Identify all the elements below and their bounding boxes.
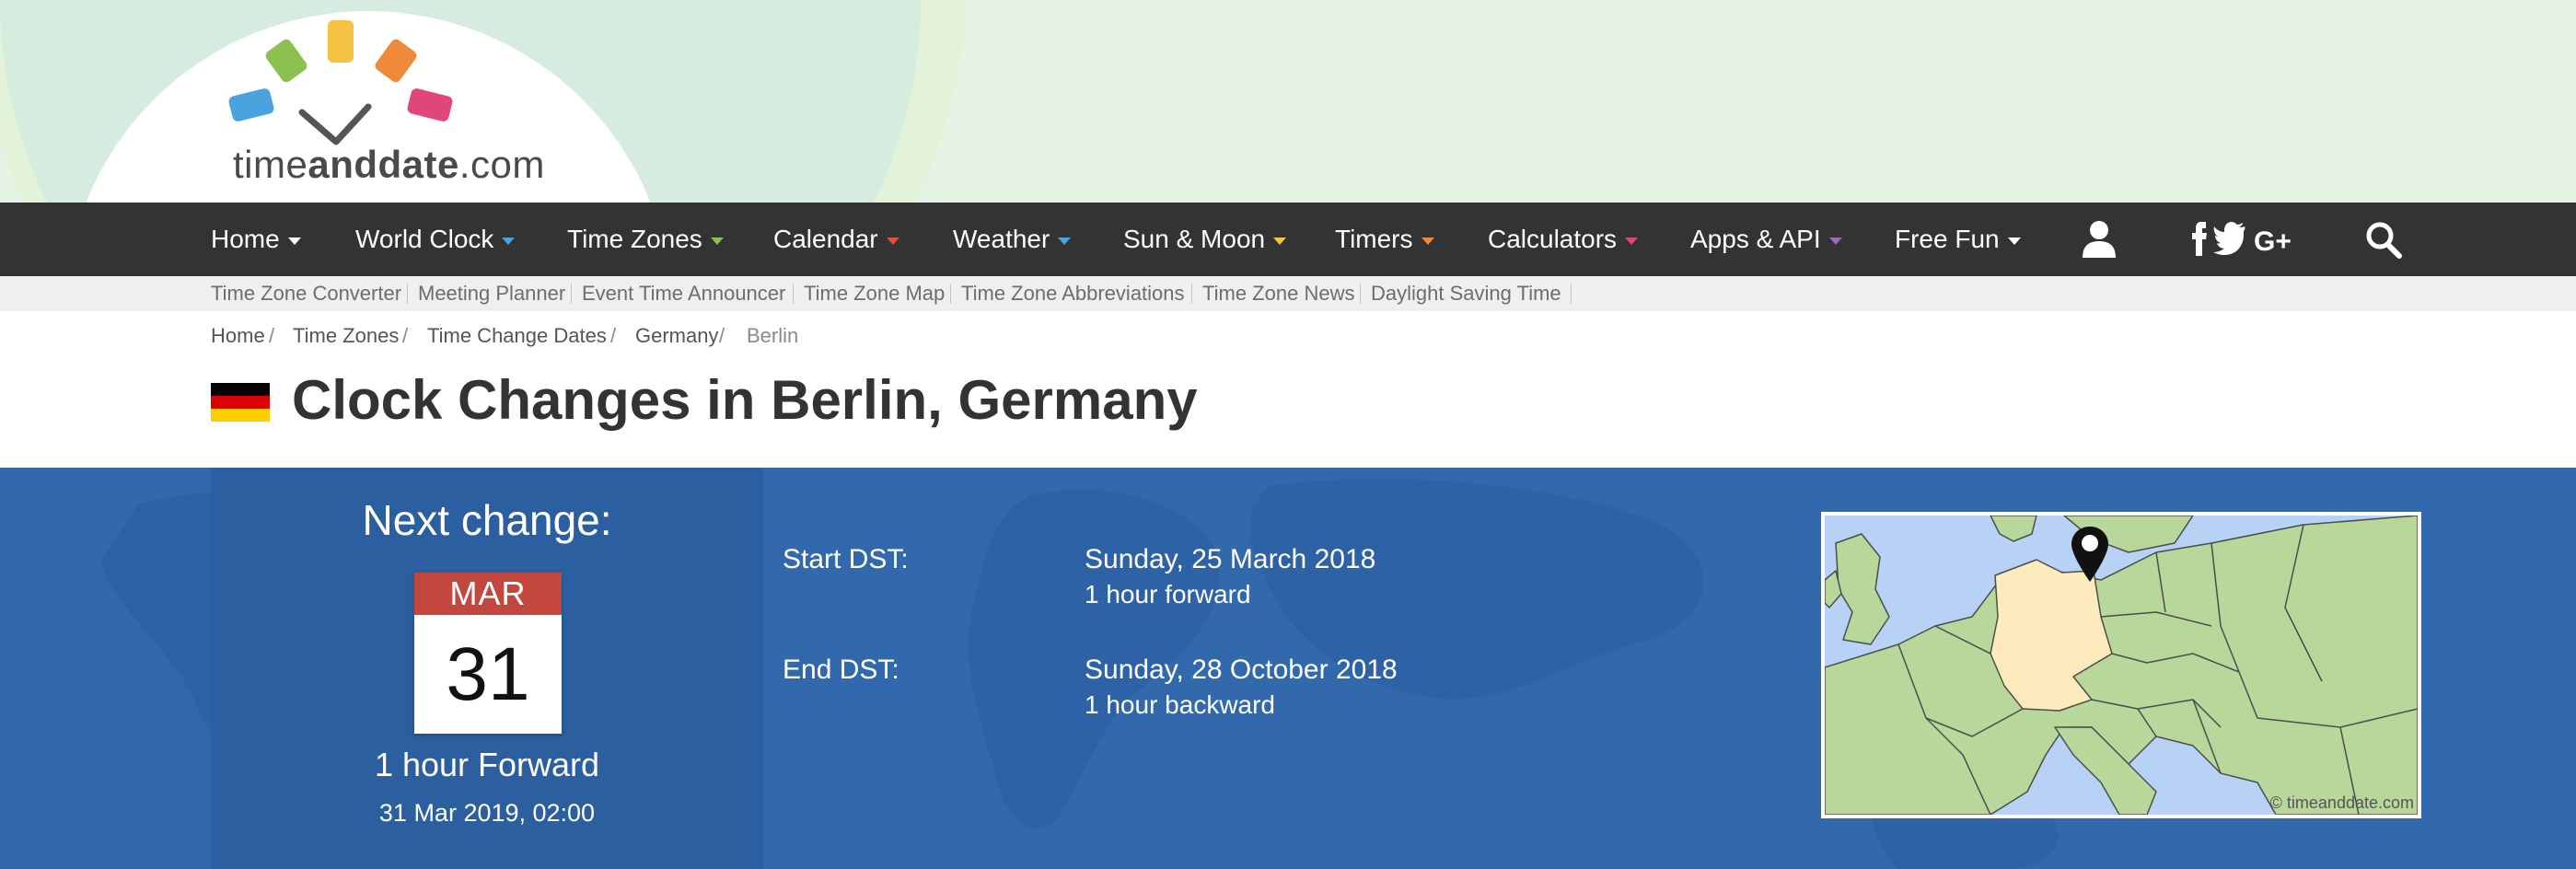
breadcrumb-separator: / bbox=[402, 324, 409, 347]
calendar-day: 31 bbox=[446, 632, 530, 716]
nav-item-timers[interactable]: Timers bbox=[1335, 203, 1434, 276]
chevron-down-icon bbox=[2007, 237, 2021, 245]
header-band: timeanddate.com bbox=[0, 0, 2576, 203]
start-dst-label: Start DST: bbox=[783, 544, 909, 574]
logo-text-and: and bbox=[307, 143, 378, 186]
chevron-down-icon bbox=[886, 237, 899, 245]
nav-item-label: Calendar bbox=[773, 225, 878, 253]
nav-item-sun-moon[interactable]: Sun & Moon bbox=[1123, 203, 1287, 276]
subnav-link-daylight-saving-time[interactable]: Daylight Saving Time bbox=[1371, 276, 1561, 311]
chevron-down-icon bbox=[287, 237, 301, 245]
facebook-icon[interactable] bbox=[2191, 219, 2208, 260]
chevron-down-icon bbox=[502, 237, 516, 245]
chevron-down-icon bbox=[1828, 237, 1842, 245]
chevron-down-icon bbox=[710, 237, 724, 245]
next-change-label: Next change: bbox=[362, 496, 612, 544]
nav-item-label: Time Zones bbox=[567, 225, 702, 253]
main-nav: Home World Clock Time Zones Calendar Weather… bbox=[0, 203, 2576, 276]
subnav-link-time-zone-converter[interactable]: Time Zone Converter bbox=[211, 276, 401, 311]
subnav-link-event-time-announcer[interactable]: Event Time Announcer bbox=[582, 276, 785, 311]
breadcrumb-link-home[interactable]: Home bbox=[211, 324, 265, 348]
calendar-icon: MAR 31 bbox=[414, 573, 562, 734]
chevron-down-icon bbox=[1058, 237, 1072, 245]
nav-item-time-zones[interactable]: Time Zones bbox=[567, 203, 724, 276]
logo-wordmark[interactable]: timeanddate.com bbox=[233, 143, 545, 187]
nav-item-label: Weather bbox=[953, 225, 1050, 253]
germany-flag-icon bbox=[211, 383, 270, 422]
subnav-link-time-zone-news[interactable]: Time Zone News bbox=[1202, 276, 1354, 311]
subnav-divider bbox=[571, 284, 572, 304]
subnav-divider bbox=[1360, 284, 1361, 304]
nav-item-label: Free Fun bbox=[1895, 225, 2000, 253]
breadcrumb-current: Berlin bbox=[747, 324, 799, 347]
next-change-datetime: 31 Mar 2019, 02:00 bbox=[378, 799, 596, 827]
map-copyright: © timeanddate.com bbox=[2269, 794, 2414, 812]
breadcrumb-separator: / bbox=[610, 324, 617, 347]
logo-text-date: date bbox=[377, 143, 459, 186]
logo-text-tld: .com bbox=[458, 143, 545, 186]
search-icon[interactable] bbox=[2364, 219, 2403, 260]
start-dst-detail: 1 hour forward bbox=[1085, 580, 1251, 608]
clock-change-panel: Next change: MAR 31 1 hour Forward 31 Ma… bbox=[0, 468, 2576, 869]
subnav-divider bbox=[407, 284, 408, 304]
location-map[interactable]: © timeanddate.com bbox=[1821, 512, 2421, 818]
nav-item-home[interactable]: Home bbox=[211, 203, 301, 276]
logo-petal bbox=[375, 39, 417, 83]
end-dst-date: Sunday, 28 October 2018 bbox=[1085, 655, 1398, 685]
nav-item-label: World Clock bbox=[355, 225, 494, 253]
calendar-month: MAR bbox=[414, 573, 562, 615]
nav-item-calendar[interactable]: Calendar bbox=[773, 203, 899, 276]
logo-text-time: time bbox=[233, 143, 308, 186]
subnav-divider bbox=[1191, 284, 1192, 304]
nav-item-label: Home bbox=[211, 225, 280, 253]
logo-petal bbox=[407, 88, 453, 122]
nav-item-calculators[interactable]: Calculators bbox=[1488, 203, 1639, 276]
subnav-divider bbox=[950, 284, 951, 304]
breadcrumb-link-time-change-dates[interactable]: Time Change Dates bbox=[427, 324, 607, 348]
nav-item-world-clock[interactable]: World Clock bbox=[355, 203, 516, 276]
chevron-down-icon bbox=[1421, 237, 1434, 245]
svg-text:G+: G+ bbox=[2254, 226, 2292, 257]
logo-petal bbox=[265, 39, 307, 83]
google-plus-icon[interactable]: G+ bbox=[2254, 219, 2296, 260]
nav-item-label: Timers bbox=[1335, 225, 1413, 253]
logo-petal bbox=[328, 20, 354, 63]
start-dst-date: Sunday, 25 March 2018 bbox=[1085, 544, 1376, 574]
subnav-link-meeting-planner[interactable]: Meeting Planner bbox=[418, 276, 565, 311]
nav-item-label: Sun & Moon bbox=[1123, 225, 1266, 253]
end-dst-detail: 1 hour backward bbox=[1085, 690, 1276, 719]
end-dst-label: End DST: bbox=[783, 655, 899, 685]
breadcrumb-separator: / bbox=[269, 324, 275, 347]
chevron-down-icon bbox=[1273, 237, 1287, 245]
subnav-link-time-zone-abbreviations[interactable]: Time Zone Abbreviations bbox=[961, 276, 1185, 311]
nav-item-label: Apps & API bbox=[1690, 225, 1821, 253]
nav-item-free-fun[interactable]: Free Fun bbox=[1895, 203, 2021, 276]
logo-petal bbox=[228, 88, 274, 122]
page-title: Clock Changes in Berlin, Germany bbox=[292, 369, 1198, 431]
breadcrumb-link-time-zones[interactable]: Time Zones bbox=[293, 324, 399, 348]
breadcrumb-link-germany[interactable]: Germany bbox=[635, 324, 718, 348]
nav-item-apps-api[interactable]: Apps & API bbox=[1690, 203, 1842, 276]
subnav-divider bbox=[1571, 284, 1572, 304]
nav-item-weather[interactable]: Weather bbox=[953, 203, 1072, 276]
next-change-description: 1 hour Forward bbox=[374, 746, 600, 783]
twitter-icon[interactable] bbox=[2213, 219, 2246, 260]
breadcrumb-separator: / bbox=[719, 324, 725, 347]
sub-nav: Time Zone Converter Meeting Planner Event … bbox=[0, 276, 2576, 311]
subnav-link-time-zone-map[interactable]: Time Zone Map bbox=[804, 276, 945, 311]
subnav-divider bbox=[793, 284, 794, 304]
nav-item-label: Calculators bbox=[1488, 225, 1618, 253]
user-icon[interactable] bbox=[2081, 219, 2118, 260]
chevron-down-icon bbox=[1625, 237, 1639, 245]
